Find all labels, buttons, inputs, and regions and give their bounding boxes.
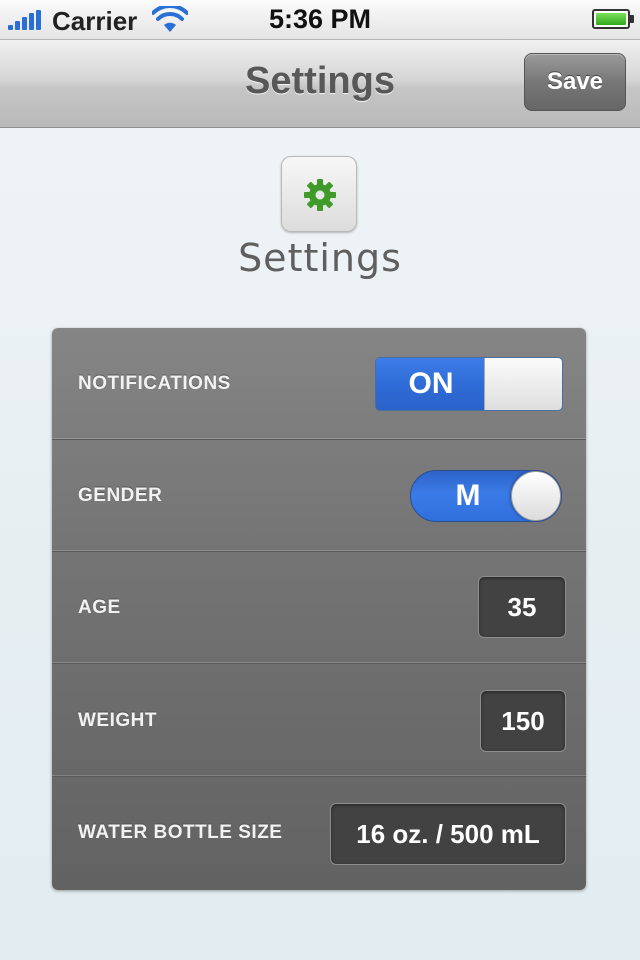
age-field[interactable]: 35 [478,576,566,638]
settings-panel: NOTIFICATIONS ON GENDER M AGE 35 WEIGHT … [52,328,586,890]
toggle-thumb [484,358,562,410]
notifications-label: NOTIFICATIONS [78,373,231,394]
gender-toggle[interactable]: M [410,470,562,522]
notifications-toggle-state: ON [376,358,486,410]
water-bottle-size-field[interactable]: 16 oz. / 500 mL [330,803,566,865]
gear-icon [304,179,336,211]
weight-row: WEIGHT 150 [52,665,586,777]
page-title: Settings [238,236,402,280]
battery-fill [596,13,626,25]
toggle-knob [511,471,561,521]
navigation-bar: Settings Save [0,40,640,128]
water-bottle-row: WATER BOTTLE SIZE 16 oz. / 500 mL [52,777,586,889]
age-row: AGE 35 [52,552,586,664]
notifications-row: NOTIFICATIONS ON [52,328,586,440]
gender-value: M [455,479,481,512]
gender-label: GENDER [78,485,163,506]
gender-row: GENDER M [52,440,586,552]
status-bar: Carrier 5:36 PM [0,0,640,40]
settings-app-icon [281,156,357,232]
age-label: AGE [78,597,121,618]
battery-icon [592,9,634,29]
water-bottle-label: WATER BOTTLE SIZE [78,822,283,843]
save-button[interactable]: Save [524,53,626,111]
notifications-toggle[interactable]: ON [375,357,563,411]
weight-label: WEIGHT [78,710,157,731]
weight-field[interactable]: 150 [480,690,566,752]
status-time: 5:36 PM [268,4,372,34]
